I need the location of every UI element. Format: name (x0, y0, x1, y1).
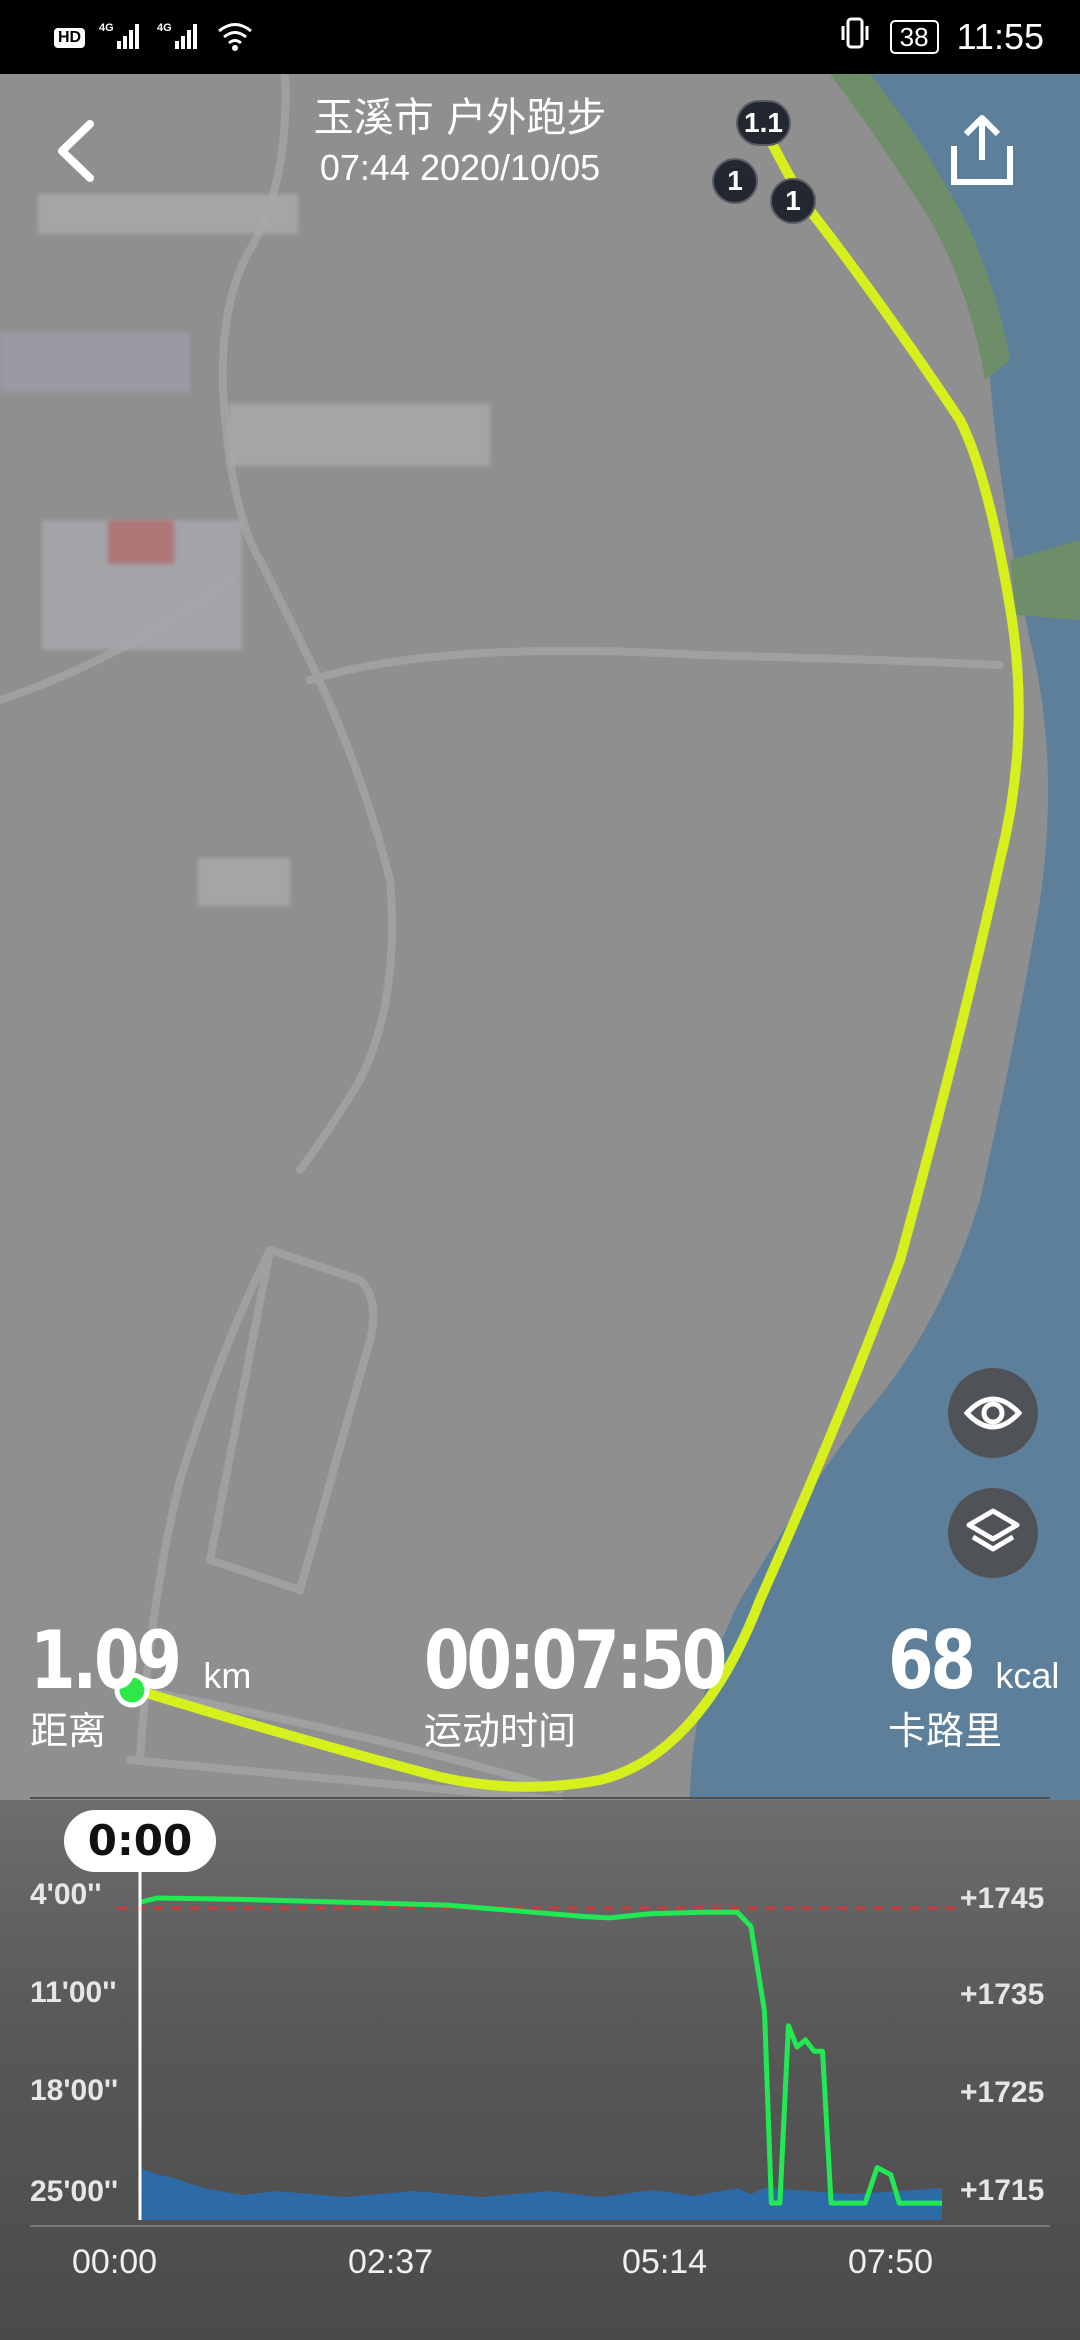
pace-tick-2: 18'00'' (30, 2074, 119, 2107)
signal-icon-2: 4G (157, 21, 201, 56)
x-tick-1: 02:37 (348, 2243, 434, 2281)
altitude-tick-3: +1715 (960, 2174, 1045, 2207)
distance-value: 1.09 (30, 1614, 182, 1707)
svg-text:4G: 4G (99, 22, 114, 34)
page-title: 玉溪市 户外跑步 (313, 95, 607, 141)
share-icon (951, 115, 1013, 185)
clock: 11:55 (956, 16, 1044, 57)
distance-unit: km (203, 1655, 252, 1696)
calories-value: 68 (888, 1614, 976, 1707)
layers-icon (966, 1508, 1020, 1552)
x-tick-0: 00:00 (72, 2243, 158, 2281)
wifi-icon (215, 21, 255, 56)
calories-label: 卡路里 (888, 1709, 1003, 1753)
network-indicators: HD 4G 4G (54, 18, 255, 58)
divider (30, 1797, 1050, 1799)
status-right: 38 11:55 (838, 14, 1044, 60)
map-layers-button[interactable] (948, 1488, 1038, 1578)
calories-stat: 68 kcal 卡路里 (888, 1616, 1059, 1756)
altitude-area (140, 2168, 942, 2220)
duration-stat: 00:07:50 运动时间 (424, 1616, 790, 1756)
altitude-tick-0: +1745 (960, 1882, 1045, 1915)
x-tick-3: 07:50 (848, 2243, 934, 2281)
eye-icon (964, 1396, 1022, 1430)
route-map[interactable]: 1 1.1 1 (0, 74, 1080, 1800)
svg-text:4G: 4G (157, 22, 172, 34)
pace-tick-3: 25'00'' (30, 2175, 119, 2208)
duration-label: 运动时间 (424, 1709, 577, 1753)
distance-label: 距离 (30, 1709, 107, 1753)
altitude-tick-1: +1735 (960, 1978, 1045, 2011)
pace-tick-0: 4'00'' (30, 1878, 102, 1911)
altitude-tick-2: +1725 (960, 2076, 1045, 2109)
header: 玉溪市 户外跑步 07:44 2020/10/05 (0, 92, 1080, 192)
distance-stat: 1.09 km 距离 (30, 1616, 251, 1756)
x-tick-2: 05:14 (622, 2243, 708, 2281)
page-subtitle: 07:44 2020/10/05 (319, 147, 601, 188)
calories-unit: kcal (995, 1655, 1060, 1696)
share-button[interactable] (946, 112, 1018, 188)
duration-value: 00:07:50 (424, 1614, 727, 1707)
scrubber-time-label[interactable]: 0:00 (64, 1810, 216, 1872)
signal-icon-1: 4G (99, 21, 143, 56)
pace-tick-1: 11'00'' (30, 1976, 117, 2009)
hd-voice-badge: HD (54, 28, 86, 48)
status-bar: HD 4G 4G 38 11:55 (0, 0, 1080, 74)
visibility-button[interactable] (948, 1368, 1038, 1458)
battery-indicator: 38 (889, 20, 939, 54)
pace-line (139, 1895, 942, 2206)
vibrate-icon (838, 16, 872, 59)
